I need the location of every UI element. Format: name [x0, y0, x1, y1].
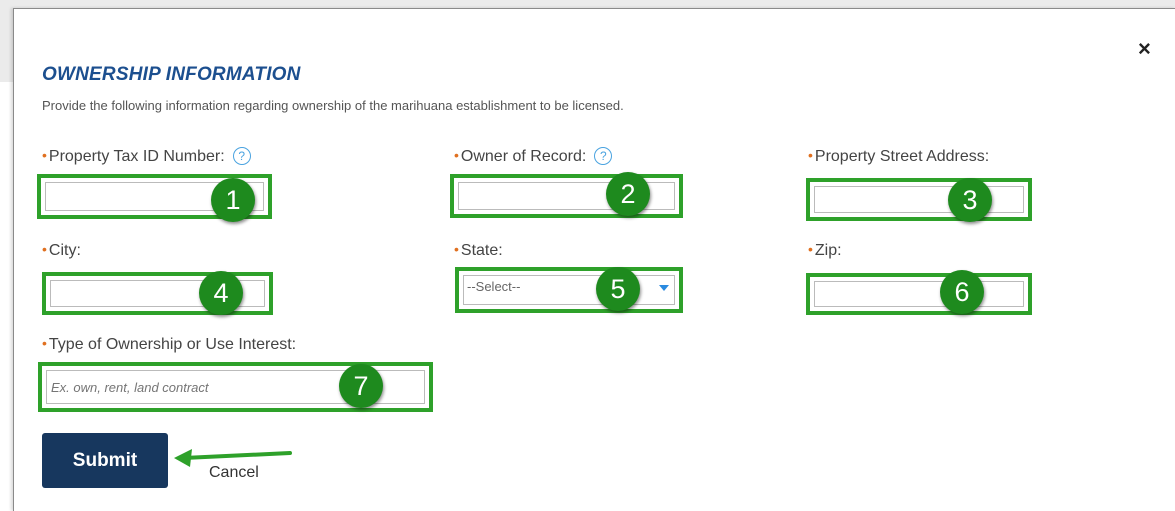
dropdown-caret-icon	[659, 285, 669, 291]
label-text: Property Tax ID Number:	[48, 148, 225, 166]
submit-button[interactable]: Submit	[42, 433, 168, 488]
state-selected-value: --Select--	[467, 279, 521, 294]
step-badge-5: 5	[596, 267, 640, 311]
label-zip: • Zip:	[808, 241, 842, 260]
label-state: • State:	[454, 241, 503, 260]
dialog-title: OWNERSHIP INFORMATION	[42, 64, 301, 85]
label-text: Zip:	[814, 242, 842, 259]
help-icon[interactable]: ?	[594, 147, 613, 165]
label-property-street-address: • Property Street Address:	[808, 147, 990, 166]
state-select[interactable]: --Select--	[455, 267, 683, 313]
label-text: Type of Ownership or Use Interest:	[48, 336, 297, 353]
dialog-description: Provide the following information regard…	[42, 98, 624, 113]
required-marker: •	[808, 147, 813, 163]
zip-input[interactable]	[815, 282, 1023, 306]
label-property-tax-id: • Property Tax ID Number:?	[42, 147, 251, 166]
help-icon[interactable]: ?	[232, 147, 251, 165]
label-text: City:	[48, 242, 81, 259]
required-marker: •	[454, 147, 459, 164]
close-icon[interactable]: ×	[1138, 38, 1151, 60]
label-ownership-type: • Type of Ownership or Use Interest:	[42, 335, 297, 354]
required-marker: •	[42, 241, 47, 257]
label-text: State:	[460, 242, 503, 259]
step-badge-6: 6	[940, 270, 984, 314]
cancel-link[interactable]: Cancel	[209, 464, 259, 482]
required-marker: •	[454, 241, 459, 257]
property-street-address-field[interactable]	[806, 178, 1032, 221]
step-badge-2: 2	[606, 172, 650, 216]
zip-field[interactable]	[806, 273, 1032, 315]
label-city: • City:	[42, 241, 81, 260]
label-text: Owner of Record:	[460, 148, 587, 166]
required-marker: •	[42, 147, 47, 164]
label-owner-of-record: • Owner of Record:?	[454, 147, 613, 166]
step-badge-1: 1	[211, 178, 255, 222]
step-badge-4: 4	[199, 271, 243, 315]
required-marker: •	[42, 335, 47, 351]
step-badge-3: 3	[948, 178, 992, 222]
label-text: Property Street Address:	[814, 148, 990, 165]
step-badge-7: 7	[339, 364, 383, 408]
required-marker: •	[808, 241, 813, 257]
